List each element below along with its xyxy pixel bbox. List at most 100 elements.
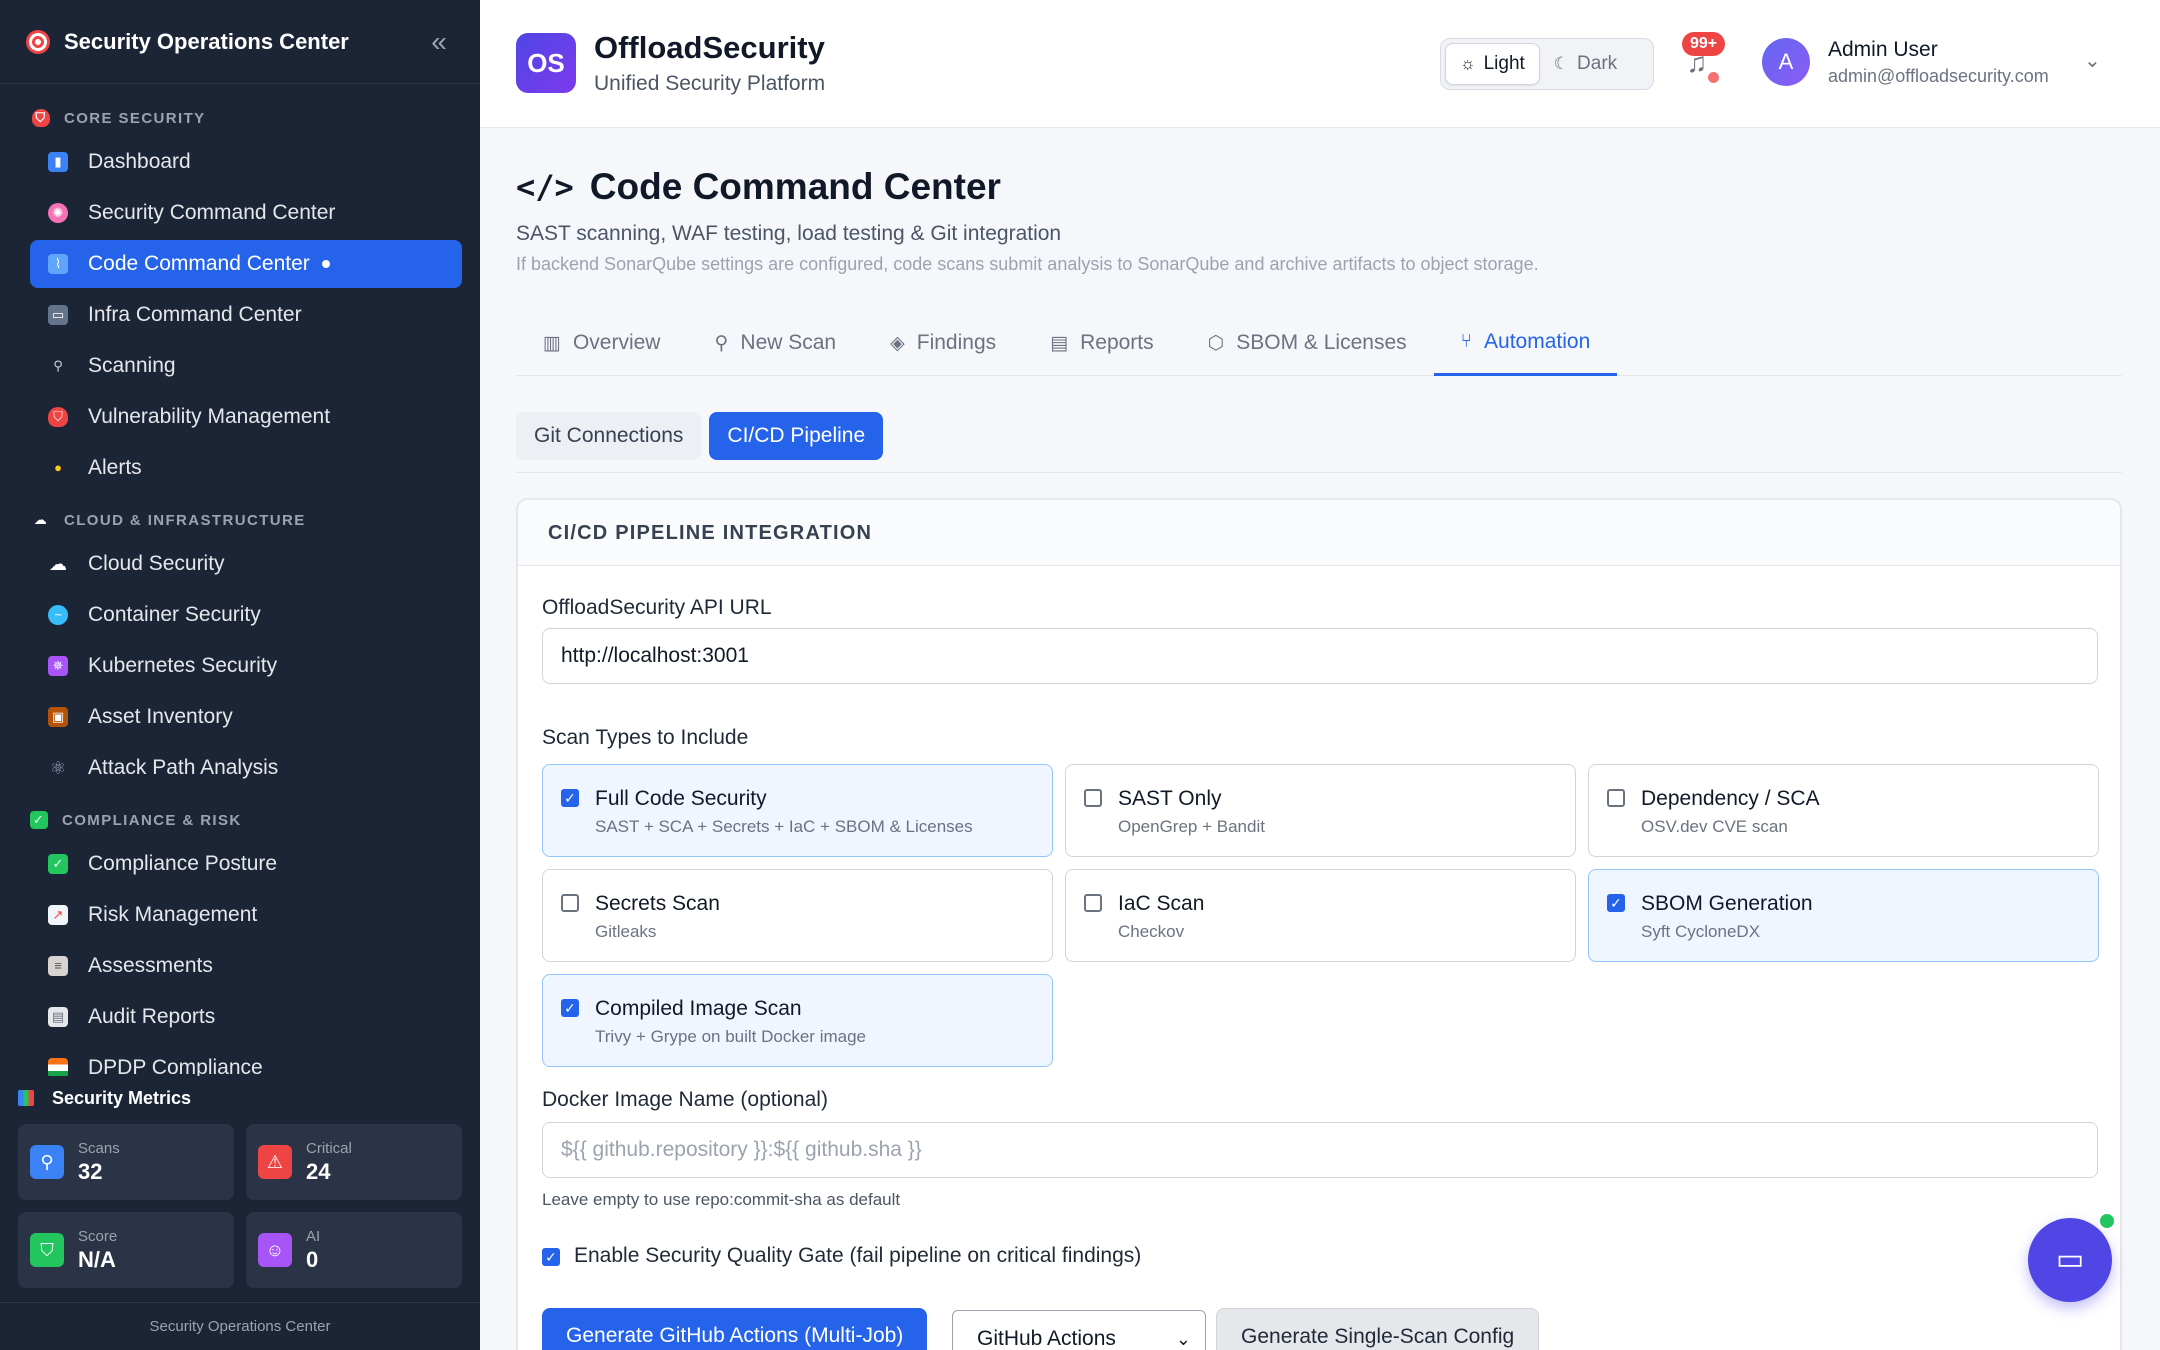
- check-box-icon: ✓: [30, 811, 48, 829]
- cicd-pipeline-panel: CI/CD PIPELINE INTEGRATION OffloadSecuri…: [516, 498, 2122, 1350]
- sidebar-footer: Security Operations Center: [0, 1302, 480, 1350]
- sidebar-item-label: Dashboard: [88, 150, 191, 173]
- metric-card-score[interactable]: ⛉ Score N/A: [18, 1212, 234, 1288]
- brand-logo[interactable]: OS: [516, 33, 576, 93]
- sidebar-item-kubernetes-security[interactable]: ✵ Kubernetes Security: [30, 642, 462, 690]
- quality-gate-option[interactable]: ✓ Enable Security Quality Gate (fail pip…: [542, 1244, 1141, 1268]
- scan-type-sbom-generation[interactable]: ✓ SBOM Generation Syft CycloneDX: [1588, 869, 2099, 962]
- online-status-dot: [2098, 1212, 2116, 1230]
- checkbox[interactable]: [1084, 789, 1102, 807]
- checkbox[interactable]: [561, 894, 579, 912]
- robot-icon: ☺: [258, 1233, 292, 1267]
- sidebar-item-alerts[interactable]: ● Alerts: [30, 444, 462, 492]
- metric-card-critical[interactable]: ⚠ Critical 24: [246, 1124, 462, 1200]
- subtab-git-connections[interactable]: Git Connections: [516, 412, 702, 460]
- magnifier-icon: ⚲: [53, 358, 63, 373]
- checkbox[interactable]: ✓: [561, 999, 579, 1017]
- layers-icon: ◈: [890, 332, 905, 354]
- cloud-icon: ☁: [33, 512, 49, 527]
- sidebar-item-dpdp-compliance[interactable]: DPDP Compliance: [30, 1044, 462, 1076]
- tab-sbom-licenses[interactable]: ⬡ SBOM & Licenses: [1181, 310, 1434, 376]
- sidebar-item-assessments[interactable]: ≡ Assessments: [30, 942, 462, 990]
- bar-chart-icon: ▮: [48, 152, 68, 172]
- shield-icon: ⛉: [48, 407, 68, 427]
- scan-type-iac-scan[interactable]: IaC Scan Checkov: [1065, 869, 1576, 962]
- collapse-sidebar-icon[interactable]: «: [424, 26, 454, 57]
- generate-single-scan-button[interactable]: Generate Single-Scan Config: [1216, 1308, 1540, 1350]
- sidebar-title: Security Operations Center: [64, 28, 349, 54]
- tab-reports[interactable]: ▤ Reports: [1023, 310, 1180, 376]
- sidebar-item-asset-inventory[interactable]: ▣ Asset Inventory: [30, 693, 462, 741]
- scan-type-sast-only[interactable]: SAST Only OpenGrep + Bandit: [1065, 764, 1576, 857]
- bell-icon: ●: [54, 460, 62, 475]
- india-flag-icon: [48, 1058, 68, 1076]
- sidebar-item-vulnerability-management[interactable]: ⛉ Vulnerability Management: [30, 393, 462, 441]
- tab-automation[interactable]: ⑂ Automation: [1433, 310, 1618, 376]
- sidebar-item-compliance-posture[interactable]: ✓ Compliance Posture: [30, 840, 462, 888]
- avatar[interactable]: A: [1762, 38, 1810, 86]
- magnifier-icon: ⚲: [30, 1145, 64, 1179]
- security-metrics: Security Metrics ⚲ Scans 32 ⚠ Critical 24 …: [0, 1080, 480, 1288]
- sidebar-item-audit-reports[interactable]: ▤ Audit Reports: [30, 993, 462, 1041]
- chevron-down-icon[interactable]: ⌄: [2084, 48, 2101, 73]
- scan-type-compiled-image-scan[interactable]: ✓ Compiled Image Scan Trivy + Grype on bu…: [542, 974, 1053, 1067]
- sidebar-item-label: Vulnerability Management: [88, 405, 331, 428]
- main-tabs: ▥ Overview ⚲ New Scan ◈ Findings ▤ Reports ⬡…: [516, 310, 2122, 376]
- sun-icon: ☼: [1460, 54, 1476, 73]
- metric-value: N/A: [78, 1246, 116, 1272]
- sidebar-item-label: Assessments: [88, 954, 213, 977]
- sidebar-item-security-command-center[interactable]: ✺ Security Command Center: [30, 189, 462, 237]
- sidebar-item-code-command-center[interactable]: ⌇ Code Command Center: [30, 240, 462, 288]
- chat-assistant-button[interactable]: ▭: [2028, 1218, 2112, 1302]
- tab-new-scan[interactable]: ⚲ New Scan: [687, 310, 863, 376]
- scan-type-dependency-sca[interactable]: Dependency / SCA OSV.dev CVE scan: [1588, 764, 2099, 857]
- tab-overview[interactable]: ▥ Overview: [516, 310, 687, 376]
- sidebar-section-cloud-infrastructure: ☁ CLOUD & INFRASTRUCTURE: [33, 511, 306, 529]
- shield-icon: ⛉: [30, 1233, 64, 1267]
- sidebar-item-dashboard[interactable]: ▮ Dashboard: [30, 138, 462, 186]
- docker-image-hint: Leave empty to use repo:commit-sha as de…: [542, 1190, 901, 1209]
- metric-card-ai[interactable]: ☺ AI 0: [246, 1212, 462, 1288]
- docker-image-input[interactable]: [542, 1122, 2098, 1178]
- subtab-cicd-pipeline[interactable]: CI/CD Pipeline: [709, 412, 884, 460]
- theme-light-button[interactable]: ☼ Light: [1445, 43, 1540, 85]
- generate-multi-job-button[interactable]: Generate GitHub Actions (Multi-Job): [542, 1308, 928, 1350]
- package-icon: ▣: [48, 707, 68, 727]
- chevron-down-icon: ⌄: [1175, 1329, 1191, 1349]
- brain-icon: ✺: [48, 203, 68, 223]
- quality-gate-checkbox[interactable]: ✓: [542, 1248, 560, 1266]
- sidebar-item-label: Cloud Security: [88, 552, 225, 575]
- api-url-input[interactable]: [542, 628, 2098, 684]
- checkbox[interactable]: [1084, 894, 1102, 912]
- topbar: OS OffloadSecurity Unified Security Plat…: [480, 0, 2160, 128]
- checkbox[interactable]: [1607, 789, 1625, 807]
- page-note: If backend SonarQube settings are config…: [516, 254, 1539, 274]
- search-icon: ⚲: [714, 332, 729, 354]
- metric-value: 32: [78, 1158, 103, 1184]
- sidebar-item-infra-command-center[interactable]: ▭ Infra Command Center: [30, 291, 462, 339]
- sidebar-item-attack-path-analysis[interactable]: ⚛ Attack Path Analysis: [30, 744, 462, 792]
- sidebar-item-risk-management[interactable]: ↗ Risk Management: [30, 891, 462, 939]
- brand-name: OffloadSecurity: [594, 30, 825, 65]
- checkbox[interactable]: ✓: [561, 789, 579, 807]
- sidebar-section-core-security: ⛉ CORE SECURITY: [0, 98, 480, 138]
- checkbox[interactable]: ✓: [1607, 894, 1625, 912]
- scan-type-secrets-scan[interactable]: Secrets Scan Gitleaks: [542, 869, 1053, 962]
- sidebar-item-container-security[interactable]: ~ Container Security: [30, 591, 462, 639]
- scan-type-full-code-security[interactable]: ✓ Full Code Security SAST + SCA + Secrets…: [542, 764, 1053, 857]
- user-name[interactable]: Admin User: [1828, 38, 1938, 62]
- sidebar-item-cloud-security[interactable]: ☁ Cloud Security: [30, 540, 462, 588]
- trend-chart-icon: ↗: [48, 905, 68, 925]
- metric-value: 24: [306, 1158, 331, 1184]
- sidebar-item-label: Risk Management: [88, 903, 258, 926]
- sidebar-item-scanning[interactable]: ⚲ Scanning: [30, 342, 462, 390]
- code-icon: </>: [516, 168, 574, 206]
- document-icon: ▤: [48, 1007, 68, 1027]
- sidebar-item-label: Code Command Center: [88, 252, 310, 275]
- metric-card-scans[interactable]: ⚲ Scans 32: [18, 1124, 234, 1200]
- git-branch-icon: ⑂: [1460, 330, 1473, 352]
- tab-findings[interactable]: ◈ Findings: [863, 310, 1023, 376]
- ci-platform-select[interactable]: GitHub Actions ⌄: [952, 1310, 1206, 1350]
- theme-dark-button[interactable]: ☾ Dark: [1540, 43, 1631, 85]
- security-metrics-title: Security Metrics: [0, 1080, 480, 1116]
